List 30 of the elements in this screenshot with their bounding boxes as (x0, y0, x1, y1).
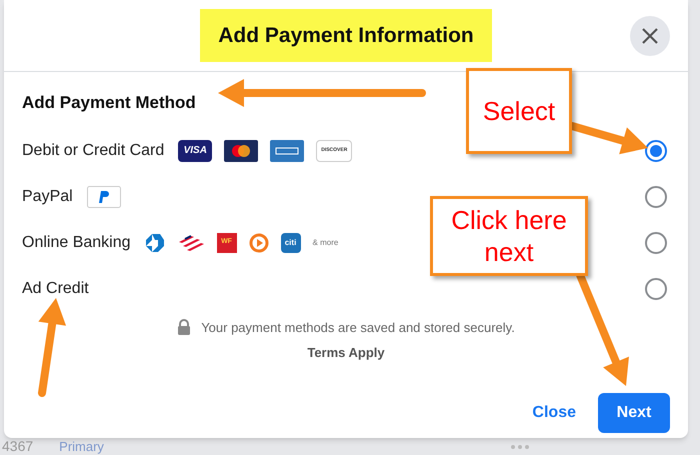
paypal-logo (86, 186, 121, 208)
payment-method-label: Debit or Credit Card (22, 140, 164, 160)
amex-logo (270, 140, 304, 162)
chase-logo (144, 232, 165, 252)
more-text: & more (312, 236, 338, 248)
card-digits: 4367 (2, 437, 34, 455)
radio-button[interactable] (645, 186, 667, 208)
payment-method-label: Online Banking (22, 232, 131, 252)
security-note: Your payment methods are saved and stored securely. (201, 318, 515, 337)
close-icon[interactable] (630, 16, 670, 56)
dialog-title: Add Payment Information (200, 8, 492, 62)
play-circle-logo (248, 232, 269, 252)
payment-method-label: PayPal (22, 186, 73, 206)
section-title: Add Payment Method (22, 92, 196, 114)
flag-stripes-logo (176, 234, 205, 252)
payment-method-label: Ad Credit (22, 278, 89, 298)
mastercard-logo (224, 140, 258, 162)
lock-icon (177, 319, 192, 336)
next-button[interactable]: Next (598, 392, 670, 432)
radio-button[interactable] (645, 140, 667, 162)
citi-logo: citi (280, 232, 301, 252)
close-button[interactable]: Close (532, 400, 576, 424)
radio-button[interactable] (645, 232, 667, 254)
annotation-callout: Click here next (430, 196, 588, 276)
terms-link[interactable]: Terms Apply (307, 343, 385, 362)
radio-button[interactable] (645, 278, 667, 300)
primary-label: Primary (59, 438, 104, 455)
more-icon (510, 444, 530, 450)
visa-logo: VISA (178, 140, 212, 162)
annotation-callout: Select (466, 68, 572, 154)
